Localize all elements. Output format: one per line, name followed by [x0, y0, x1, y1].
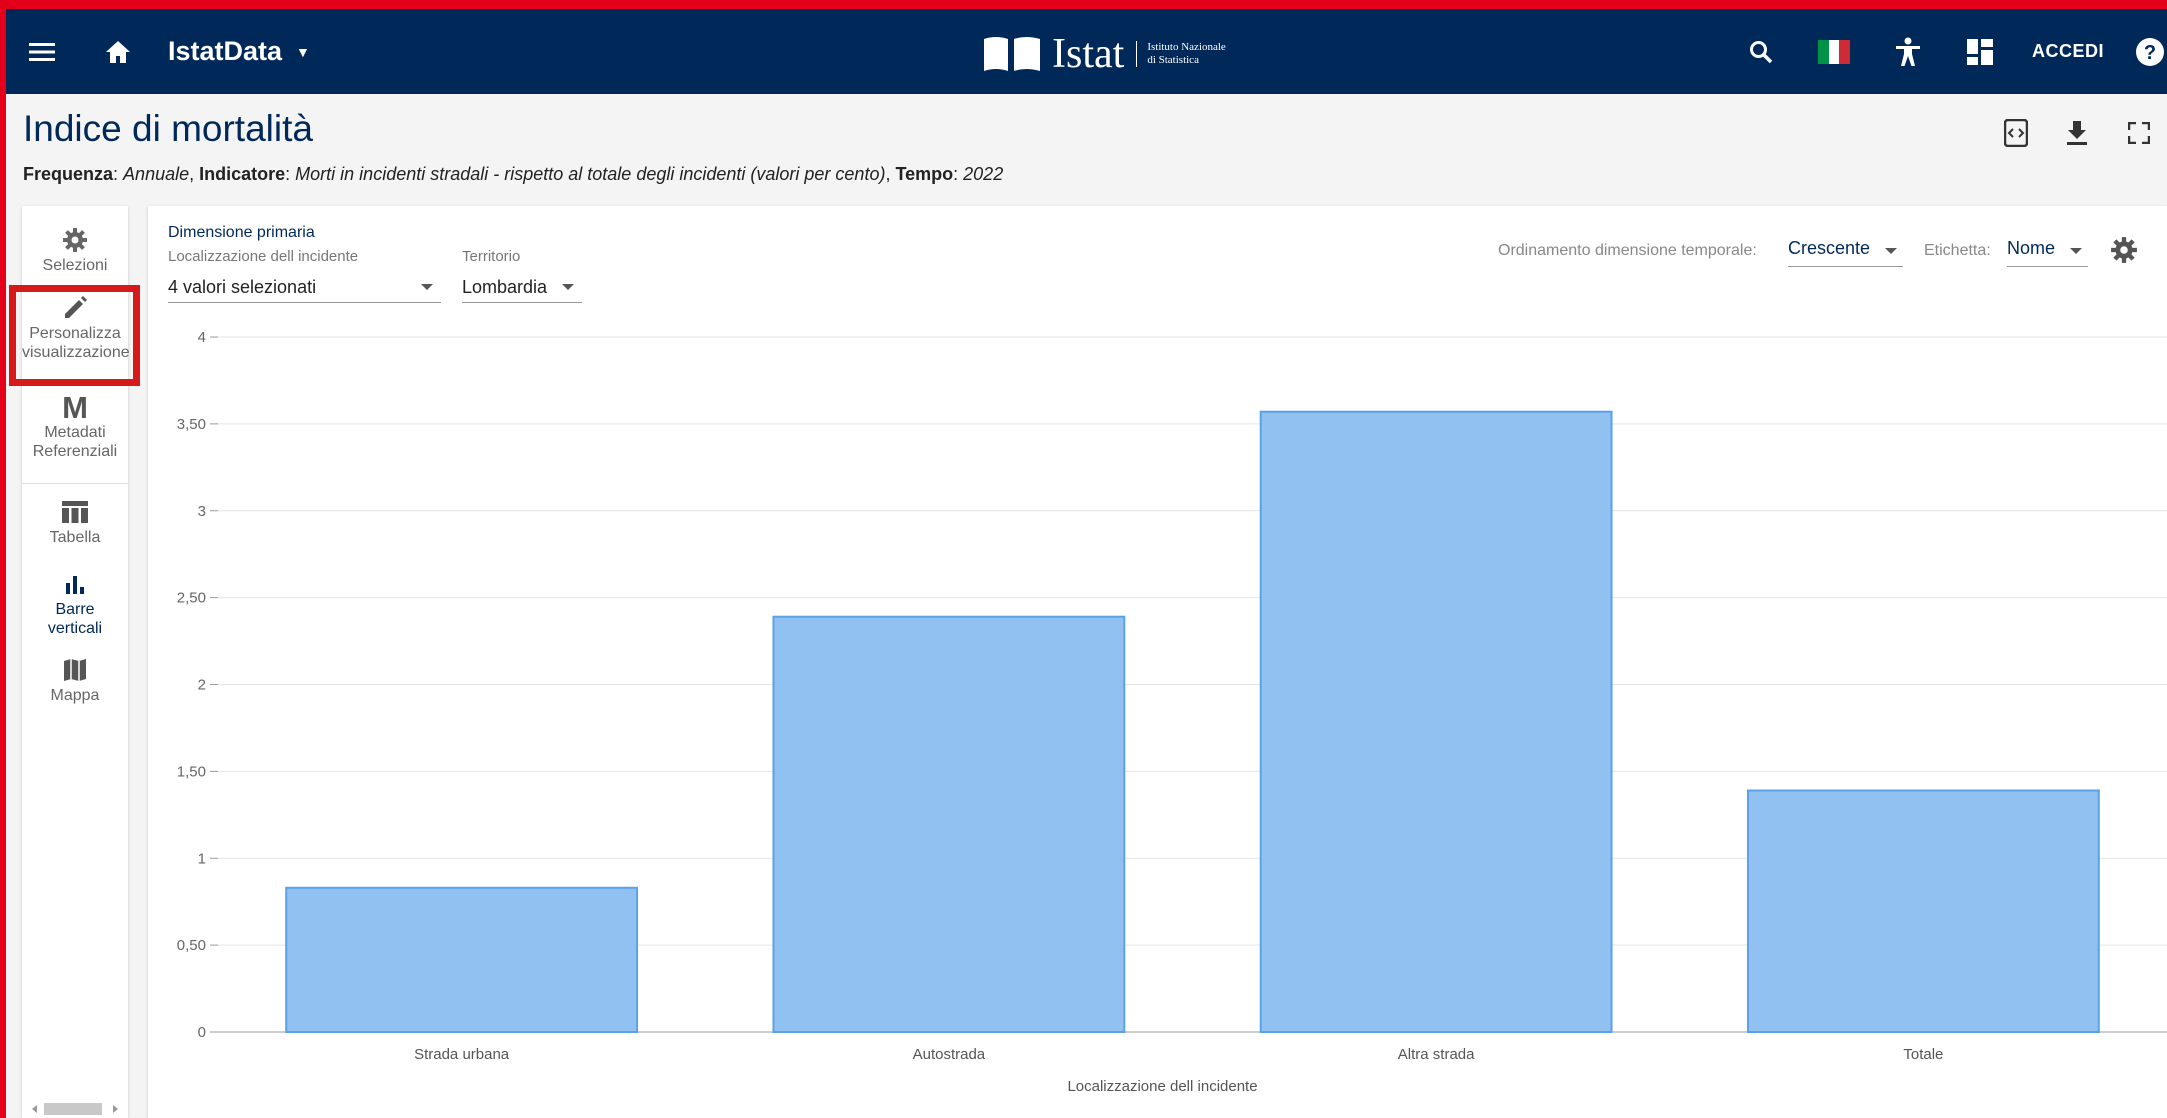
login-button[interactable]: ACCEDI [2032, 9, 2104, 94]
time-order-value: Crescente [1788, 238, 1871, 258]
sidebar-label: Tabella [49, 529, 101, 546]
time-order-label: Ordinamento dimensione temporale: [1498, 242, 1757, 259]
highlight-box [9, 285, 140, 386]
help-icon[interactable]: ? [2132, 9, 2167, 94]
x-axis-title: Localizzazione dell incidente [1067, 1078, 1257, 1095]
y-tick-label: 0 [198, 1024, 206, 1041]
page-subtitle: Frequenza: Annuale, Indicatore: Morti in… [23, 164, 1004, 184]
istat-logo: Istat Istituto Nazionale di Statistica [982, 31, 1226, 77]
location-select-value: 4 valori selezionati [168, 276, 317, 297]
search-icon[interactable] [1743, 9, 1779, 94]
chart-settings-icon[interactable] [2110, 236, 2140, 266]
download-icon[interactable] [2059, 115, 2095, 151]
subtitle-key-time: Tempo [895, 164, 954, 184]
sidebar-label: Barre [55, 601, 95, 618]
logo-subtitle: Istituto Nazionale di Statistica [1136, 41, 1226, 67]
app-name: IstatData [168, 36, 283, 66]
italian-flag-icon[interactable] [1816, 9, 1852, 94]
label-option-select[interactable]: Nome [2007, 238, 2088, 267]
sidebar-item-mappa[interactable]: Mappa [22, 654, 128, 705]
subtitle-value-indicator: Morti in incidenti stradali - rispetto a… [295, 164, 886, 184]
dropdown-arrow-icon [2070, 248, 2082, 254]
sidebar-item-selezioni[interactable]: Selezioni [22, 224, 128, 275]
territory-select[interactable]: Lombardia [462, 272, 582, 303]
logo-sub-line1: Istituto Nazionale [1147, 41, 1226, 53]
m-icon: M [62, 389, 88, 425]
top-navigation-bar: IstatData ▼ Istat Istituto Nazionale di … [0, 9, 2167, 94]
y-tick-label: 1 [198, 850, 206, 867]
logo-sub-line2: di Statistica [1147, 54, 1199, 66]
location-select[interactable]: 4 valori selezionati [168, 272, 441, 303]
label-option-label: Etichetta: [1924, 242, 1991, 259]
gear-icon [22, 224, 128, 256]
sidebar-divider [22, 483, 128, 484]
bar-chart-icon [22, 568, 128, 600]
menu-icon[interactable] [22, 9, 62, 94]
time-order-select[interactable]: Crescente [1788, 238, 1903, 267]
caret-down-icon: ▼ [296, 43, 310, 60]
primary-dimension-label: Dimensione primaria [168, 224, 315, 241]
embed-code-icon[interactable] [1998, 115, 2034, 151]
y-tick-label: 2 [198, 677, 206, 694]
bar-chart: 0 0,50 1 1,50 2 2,50 3 3,50 4 Strada urbana Autost… [177, 329, 2167, 1095]
y-tick-label: 3,50 [177, 416, 206, 433]
dashboard-icon[interactable] [1962, 9, 1998, 94]
x-tick-label: Strada urbana [414, 1046, 510, 1063]
sidebar-item-metadati[interactable]: M Metadati Referenziali [22, 391, 128, 461]
subtitle-value-time: 2022 [963, 164, 1004, 184]
subtitle-value-frequency: Annuale [123, 164, 190, 184]
bar [1259, 410, 1613, 1033]
app-switcher[interactable]: IstatData ▼ [168, 9, 310, 94]
sidebar-label: Referenziali [32, 443, 118, 460]
page-title: Indice di mortalità [23, 108, 313, 149]
sidebar-label: Mappa [50, 687, 100, 704]
table-icon [22, 496, 128, 528]
accessibility-icon[interactable] [1890, 9, 1926, 94]
svg-text:?: ? [2144, 42, 2156, 64]
bar [772, 615, 1126, 1033]
subtitle-key-indicator: Indicatore [199, 164, 286, 184]
territory-select-value: Lombardia [462, 276, 548, 297]
sidebar-label: Metadati [44, 424, 106, 441]
y-tick-label: 2,50 [177, 590, 206, 607]
bar [1746, 789, 2100, 1033]
subtitle-key-frequency: Frequenza [23, 164, 114, 184]
dropdown-arrow-icon [562, 284, 574, 290]
dropdown-arrow-icon [1885, 248, 1897, 254]
territory-label: Territorio [462, 248, 521, 265]
y-tick-label: 3 [198, 503, 206, 520]
sidebar-label: Selezioni [42, 257, 108, 274]
label-option-value: Nome [2007, 238, 2056, 258]
location-label: Localizzazione dell incidente [168, 248, 359, 265]
home-icon[interactable] [98, 9, 138, 94]
dropdown-arrow-icon [421, 284, 433, 290]
bar [285, 886, 639, 1033]
sidebar-label: verticali [47, 620, 103, 637]
y-tick-label: 0,50 [177, 937, 206, 954]
fullscreen-icon[interactable] [2121, 115, 2157, 151]
logo-word: Istat [1052, 31, 1125, 77]
y-tick-label: 1,50 [177, 763, 206, 780]
istat-logo-mark [984, 37, 1040, 71]
sidebar-item-barre-verticali[interactable]: Barre verticali [22, 568, 128, 638]
x-tick-label: Altra strada [1398, 1046, 1475, 1063]
sidebar-scrollbar[interactable] [22, 1100, 128, 1118]
y-tick-label: 4 [198, 329, 206, 346]
sidebar-item-tabella[interactable]: Tabella [22, 496, 128, 547]
x-tick-label: Autostrada [913, 1046, 986, 1063]
x-tick-label: Totale [1903, 1046, 1943, 1063]
map-icon [22, 654, 128, 686]
